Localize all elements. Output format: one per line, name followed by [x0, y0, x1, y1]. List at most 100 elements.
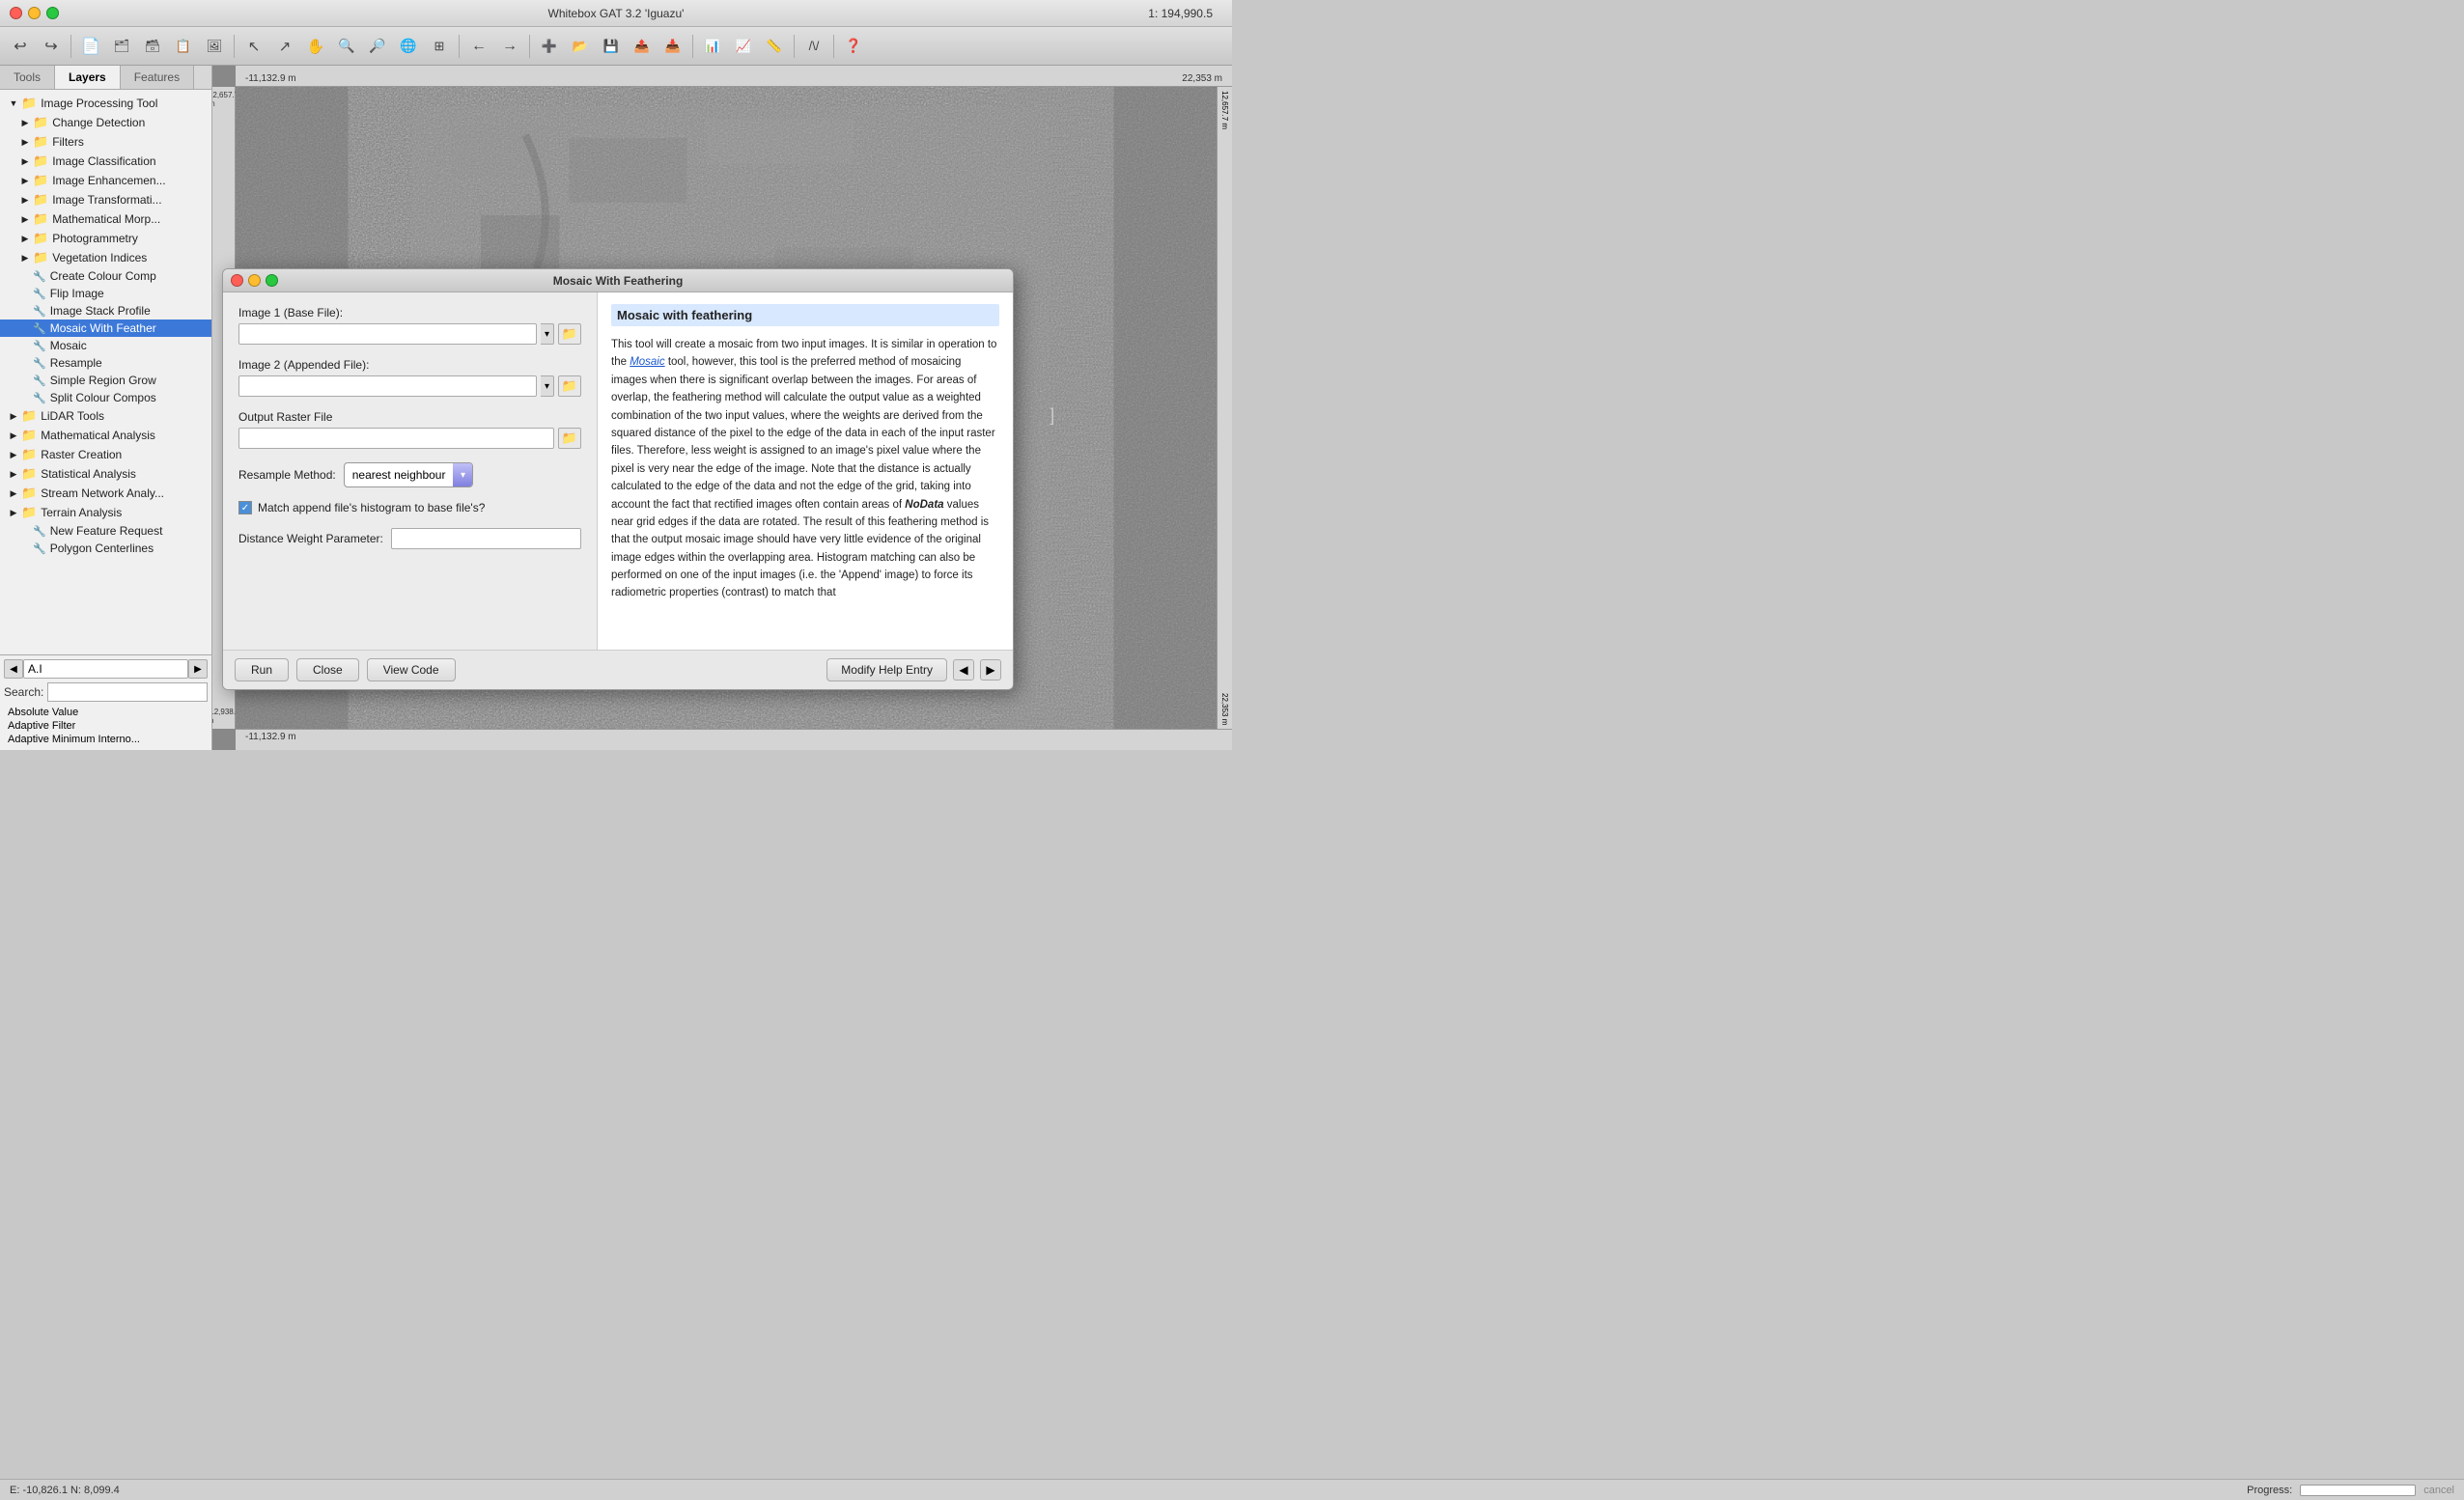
nav-left-button[interactable]: ◀ [4, 659, 23, 679]
tree-item-math-morphology[interactable]: ▶ 📁 Mathematical Morp... [0, 209, 211, 229]
tree-item-photogrammetry[interactable]: ▶ 📁 Photogrammetry [0, 229, 211, 248]
tree-item-mosaic[interactable]: ▶ 🔧 Mosaic [0, 337, 211, 354]
chart-button[interactable]: 📈 [729, 32, 758, 61]
dialog-close-button[interactable] [231, 274, 243, 287]
image2-browse-button[interactable]: 📁 [558, 375, 581, 397]
tree-item-image-transformation[interactable]: ▶ 📁 Image Transformati... [0, 190, 211, 209]
tree-item-flip-image[interactable]: ▶ 🔧 Flip Image [0, 285, 211, 302]
close-button[interactable] [10, 7, 22, 19]
expand-arrow: ▶ [8, 449, 19, 460]
help-button[interactable]: ❓ [839, 32, 868, 61]
tree-label: Filters [52, 135, 84, 149]
distance-input[interactable]: 4.0 [391, 528, 581, 549]
tree-item-new-feature-request[interactable]: ▶ 🔧 New Feature Request [0, 522, 211, 540]
layers-button[interactable]: 🗃 [138, 32, 167, 61]
search-input[interactable] [47, 682, 208, 702]
search-result-item[interactable]: Adaptive Minimum Interno... [4, 733, 208, 746]
tree-item-image-classification[interactable]: ▶ 📁 Image Classification [0, 152, 211, 171]
tree-item-image-enhancement[interactable]: ▶ 📁 Image Enhancemen... [0, 171, 211, 190]
close-map-button[interactable]: 🗂 [107, 32, 136, 61]
dialog-max-button[interactable] [266, 274, 278, 287]
tree-item-split-colour-compos[interactable]: ▶ 🔧 Split Colour Compos [0, 389, 211, 406]
cancel-link[interactable]: cancel [2423, 1485, 2454, 1496]
image1-browse-button[interactable]: 📁 [558, 323, 581, 345]
search-result-item[interactable]: Absolute Value [4, 706, 208, 719]
tree-item-statistical-analysis[interactable]: ▶ 📁 Statistical Analysis [0, 464, 211, 484]
tree-item-filters[interactable]: ▶ 📁 Filters [0, 132, 211, 152]
tree-item-mosaic-with-feather[interactable]: ▶ 🔧 Mosaic With Feather [0, 319, 211, 337]
tree-item-image-stack-profile[interactable]: ▶ 🔧 Image Stack Profile [0, 302, 211, 319]
globe-button[interactable]: 🌐 [394, 32, 423, 61]
zoom-out-button[interactable]: 🔎 [363, 32, 392, 61]
resample-dropdown-arrow[interactable]: ▾ [453, 463, 472, 486]
open-button[interactable]: ↩ [6, 32, 35, 61]
modify-help-button[interactable]: Modify Help Entry [826, 658, 947, 681]
maximize-button[interactable] [46, 7, 59, 19]
zoom-in-button[interactable]: 🔍 [332, 32, 361, 61]
mosaic-link[interactable]: Mosaic [630, 356, 664, 368]
view-code-button[interactable]: View Code [367, 658, 456, 681]
tree-item-raster-creation[interactable]: ▶ 📁 Raster Creation [0, 445, 211, 464]
pan-button[interactable]: ✋ [301, 32, 330, 61]
tree-item-lidar-tools[interactable]: ▶ 📁 LiDAR Tools [0, 406, 211, 426]
tree-item-image-processing-tool[interactable]: ▼ 📁 Image Processing Tool [0, 94, 211, 113]
help-prev-button[interactable]: ◀ [953, 659, 974, 681]
output-browse-button[interactable]: 📁 [558, 428, 581, 449]
mosaic-dialog[interactable]: Mosaic With Feathering Image 1 (Base Fil… [222, 268, 1014, 690]
resample-select[interactable]: nearest neighbour ▾ [344, 462, 474, 487]
tree-item-simple-region-grow[interactable]: ▶ 🔧 Simple Region Grow [0, 372, 211, 389]
image2-input[interactable] [238, 375, 537, 397]
tree-label: Mathematical Morp... [52, 212, 160, 226]
save-layer-button[interactable]: 💾 [597, 32, 626, 61]
image1-dropdown-arrow[interactable]: ▾ [541, 323, 554, 345]
tab-features[interactable]: Features [121, 66, 194, 89]
page-input[interactable] [23, 659, 188, 679]
tree-item-resample[interactable]: ▶ 🔧 Resample [0, 354, 211, 372]
tree-item-polygon-centerlines[interactable]: ▶ 🔧 Polygon Centerlines [0, 540, 211, 557]
tree-label: Image Classification [52, 154, 155, 168]
tree-item-terrain-analysis[interactable]: ▶ 📁 Terrain Analysis [0, 503, 211, 522]
tree-item-create-colour-comp[interactable]: ▶ 🔧 Create Colour Comp [0, 267, 211, 285]
help-next-button[interactable]: ▶ [980, 659, 1001, 681]
histogram-checkbox[interactable]: ✓ [238, 501, 252, 514]
features-button[interactable]: 📋 [169, 32, 198, 61]
new-button[interactable]: 📄 [76, 32, 105, 61]
tree-item-mathematical-analysis[interactable]: ▶ 📁 Mathematical Analysis [0, 426, 211, 445]
select-button[interactable]: ↖ [239, 32, 268, 61]
panel-bottom: ◀ ▶ Search: Absolute Value Adaptive Filt… [0, 654, 211, 750]
graph-button[interactable]: /\/ [799, 32, 828, 61]
output-input[interactable] [238, 428, 554, 449]
table-button[interactable]: 📊 [698, 32, 727, 61]
back-button[interactable]: ← [464, 32, 493, 61]
tab-tools[interactable]: Tools [0, 66, 55, 89]
expand-arrow: ▶ [8, 507, 19, 518]
minimize-button[interactable] [28, 7, 41, 19]
tree-item-stream-network-analysis[interactable]: ▶ 📁 Stream Network Analy... [0, 484, 211, 503]
window-controls[interactable] [10, 7, 59, 19]
expand-arrow: ▶ [8, 410, 19, 422]
search-result-item[interactable]: Adaptive Filter [4, 719, 208, 733]
tree-item-vegetation-indices[interactable]: ▶ 📁 Vegetation Indices [0, 248, 211, 267]
fit-button[interactable]: ⊞ [425, 32, 454, 61]
dialog-min-button[interactable] [248, 274, 261, 287]
folder-icon: 📁 [33, 192, 48, 208]
save-button[interactable]: ↪ [37, 32, 66, 61]
identify-button[interactable]: ↗ [270, 32, 299, 61]
export-button[interactable]: 📤 [628, 32, 657, 61]
image2-dropdown-arrow[interactable]: ▾ [541, 375, 554, 397]
dialog-window-controls[interactable] [231, 274, 278, 287]
run-button[interactable]: Run [235, 658, 289, 681]
nav-right-button[interactable]: ▶ [188, 659, 208, 679]
tree-label: Mosaic [50, 339, 87, 352]
close-dialog-button[interactable]: Close [296, 658, 359, 681]
tree-item-change-detection[interactable]: ▶ 📁 Change Detection [0, 113, 211, 132]
import-button[interactable]: 📥 [658, 32, 687, 61]
forward-button[interactable]: → [495, 32, 524, 61]
tab-layers[interactable]: Layers [55, 66, 121, 89]
coord-display: 1: 194,990.5 [1148, 7, 1222, 20]
image1-input[interactable] [238, 323, 537, 345]
raster-button[interactable]: 🖼 [200, 32, 229, 61]
add-layer-button[interactable]: ➕ [535, 32, 564, 61]
measure-button[interactable]: 📏 [760, 32, 789, 61]
open-layer-button[interactable]: 📂 [566, 32, 595, 61]
